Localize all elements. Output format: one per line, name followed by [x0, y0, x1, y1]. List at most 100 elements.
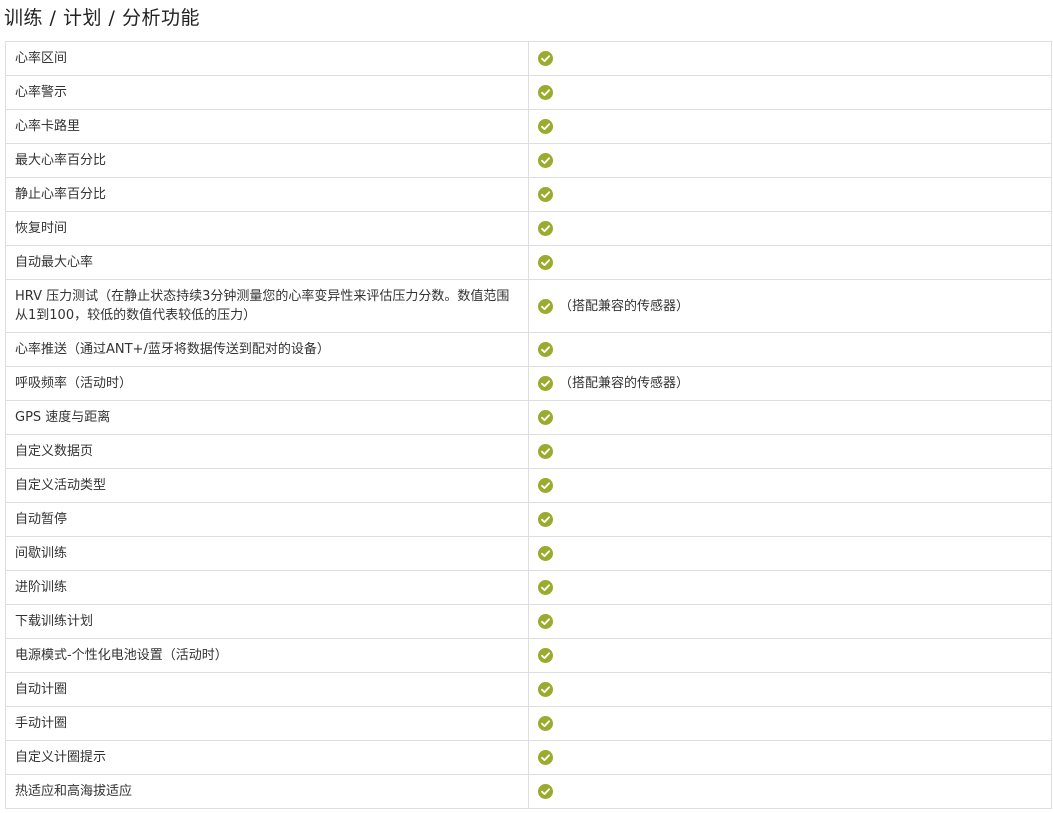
- feature-value-wrap: [538, 85, 1042, 100]
- feature-value: [528, 604, 1052, 639]
- feature-note: （搭配兼容的传感器）: [559, 298, 690, 314]
- table-row: 自定义活动类型: [5, 468, 1052, 503]
- table-row: 自定义计圈提示: [5, 740, 1052, 775]
- check-circle-icon: [538, 682, 553, 697]
- feature-name: 心率推送（通过ANT+/蓝牙将数据传送到配对的设备）: [5, 332, 529, 367]
- feature-value: [528, 75, 1052, 110]
- feature-value-wrap: [538, 255, 1042, 270]
- feature-table: 心率区间 心率警示 心率卡路里 最大心率百分比 静止心率百分比 恢复时间 自动最…: [5, 41, 1052, 809]
- table-row: 最大心率百分比: [5, 143, 1052, 178]
- check-circle-icon: [538, 119, 553, 134]
- check-circle-icon: [538, 221, 553, 236]
- table-row: 心率推送（通过ANT+/蓝牙将数据传送到配对的设备）: [5, 332, 1052, 367]
- table-row: 自动最大心率: [5, 245, 1052, 280]
- table-row: 心率警示: [5, 75, 1052, 110]
- table-row: 呼吸频率（活动时） （搭配兼容的传感器）: [5, 366, 1052, 401]
- check-circle-icon: [538, 153, 553, 168]
- feature-value: [528, 536, 1052, 571]
- check-circle-icon: [538, 376, 553, 391]
- check-circle-icon: [538, 784, 553, 799]
- feature-name: 电源模式-个性化电池设置（活动时）: [5, 638, 529, 673]
- check-circle-icon: [538, 410, 553, 425]
- feature-value-wrap: [538, 187, 1042, 202]
- feature-value-wrap: [538, 221, 1042, 236]
- feature-name: 下载训练计划: [5, 604, 529, 639]
- feature-value: （搭配兼容的传感器）: [528, 279, 1052, 333]
- feature-name: 自定义活动类型: [5, 468, 529, 503]
- feature-value-wrap: （搭配兼容的传感器）: [538, 374, 1042, 393]
- check-circle-icon: [538, 255, 553, 270]
- feature-name: 恢复时间: [5, 211, 529, 246]
- feature-value: [528, 211, 1052, 246]
- feature-name: 心率卡路里: [5, 109, 529, 144]
- feature-value-wrap: [538, 478, 1042, 493]
- feature-value-wrap: [538, 614, 1042, 629]
- check-circle-icon: [538, 580, 553, 595]
- feature-value: [528, 706, 1052, 741]
- feature-value-wrap: [538, 750, 1042, 765]
- table-row: 静止心率百分比: [5, 177, 1052, 212]
- feature-value-wrap: [538, 716, 1042, 731]
- check-circle-icon: [538, 614, 553, 629]
- feature-value-wrap: [538, 648, 1042, 663]
- feature-name: HRV 压力测试（在静止状态持续3分钟测量您的心率变异性来评估压力分数。数值范围…: [5, 279, 529, 333]
- feature-value-wrap: [538, 784, 1042, 799]
- feature-name: 呼吸频率（活动时）: [5, 366, 529, 401]
- check-circle-icon: [538, 51, 553, 66]
- check-circle-icon: [538, 478, 553, 493]
- table-row: 自动暂停: [5, 502, 1052, 537]
- feature-value: [528, 41, 1052, 76]
- feature-name: 手动计圈: [5, 706, 529, 741]
- check-circle-icon: [538, 512, 553, 527]
- feature-value: [528, 400, 1052, 435]
- check-circle-icon: [538, 187, 553, 202]
- feature-value: [528, 570, 1052, 605]
- feature-name: 自定义数据页: [5, 434, 529, 469]
- feature-value-wrap: [538, 580, 1042, 595]
- feature-name: 热适应和高海拔适应: [5, 774, 529, 809]
- table-row: 电源模式-个性化电池设置（活动时）: [5, 638, 1052, 673]
- feature-value-wrap: [538, 153, 1042, 168]
- check-circle-icon: [538, 750, 553, 765]
- feature-value: [528, 774, 1052, 809]
- feature-value-wrap: [538, 512, 1042, 527]
- feature-value-wrap: [538, 682, 1042, 697]
- check-circle-icon: [538, 342, 553, 357]
- check-circle-icon: [538, 546, 553, 561]
- feature-name: 自动最大心率: [5, 245, 529, 280]
- feature-name: 静止心率百分比: [5, 177, 529, 212]
- check-circle-icon: [538, 716, 553, 731]
- check-circle-icon: [538, 648, 553, 663]
- feature-note: （搭配兼容的传感器）: [559, 376, 690, 391]
- feature-value: [528, 502, 1052, 537]
- feature-value-wrap: [538, 342, 1042, 357]
- feature-value: [528, 672, 1052, 707]
- check-circle-icon: [538, 444, 553, 459]
- table-row: 自动计圈: [5, 672, 1052, 707]
- feature-name: 心率区间: [5, 41, 529, 76]
- feature-value-wrap: [538, 546, 1042, 561]
- feature-name: 间歇训练: [5, 536, 529, 571]
- feature-value-wrap: [538, 444, 1042, 459]
- feature-value: [528, 143, 1052, 178]
- feature-table-body: 心率区间 心率警示 心率卡路里 最大心率百分比 静止心率百分比 恢复时间 自动最…: [5, 41, 1052, 809]
- feature-name: 自动暂停: [5, 502, 529, 537]
- check-circle-icon: [538, 298, 553, 314]
- feature-value-wrap: [538, 410, 1042, 425]
- feature-name: 最大心率百分比: [5, 143, 529, 178]
- feature-value: [528, 177, 1052, 212]
- table-row: 下载训练计划: [5, 604, 1052, 639]
- table-row: 恢复时间: [5, 211, 1052, 246]
- check-circle-icon: [538, 85, 553, 100]
- table-row: 心率卡路里: [5, 109, 1052, 144]
- feature-value: [528, 109, 1052, 144]
- feature-name: 心率警示: [5, 75, 529, 110]
- table-row: 热适应和高海拔适应: [5, 774, 1052, 809]
- feature-value: [528, 332, 1052, 367]
- table-row: 间歇训练: [5, 536, 1052, 571]
- feature-value: [528, 638, 1052, 673]
- section-title: 训练 / 计划 / 分析功能: [4, 7, 200, 29]
- table-row: 进阶训练: [5, 570, 1052, 605]
- table-row: 手动计圈: [5, 706, 1052, 741]
- feature-value: （搭配兼容的传感器）: [528, 366, 1052, 401]
